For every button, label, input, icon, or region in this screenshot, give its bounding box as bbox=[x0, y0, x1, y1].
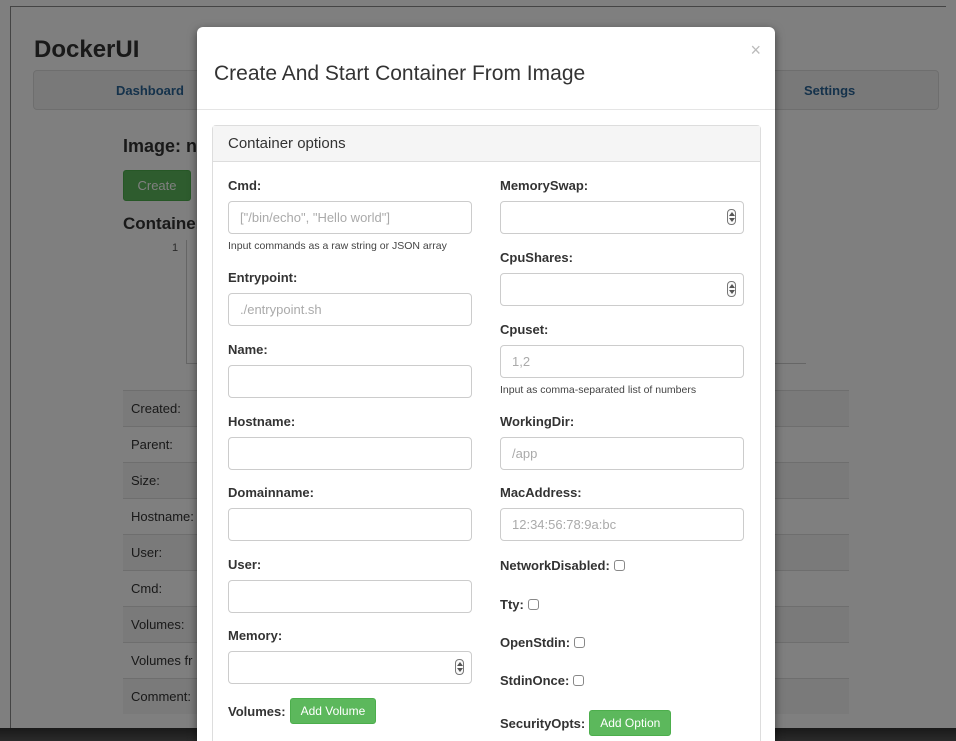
networkdisabled-checkbox[interactable] bbox=[613, 560, 625, 571]
user-input[interactable] bbox=[228, 580, 472, 613]
memoryswap-spinner-icon[interactable] bbox=[727, 209, 736, 225]
name-input[interactable] bbox=[228, 365, 472, 398]
memory-input[interactable] bbox=[228, 651, 472, 684]
workingdir-label: WorkingDir: bbox=[500, 414, 575, 429]
cpuset-input[interactable] bbox=[500, 345, 744, 378]
domainname-input[interactable] bbox=[228, 508, 472, 541]
cpuset-group: Cpuset: Input as comma-separated list of… bbox=[500, 322, 744, 396]
hostname-input[interactable] bbox=[228, 437, 472, 470]
securityopts-label: SecurityOpts: bbox=[500, 715, 586, 731]
user-label: User: bbox=[228, 557, 262, 572]
networkdisabled-group: NetworkDisabled: bbox=[500, 558, 625, 573]
stdinonce-group: StdinOnce: bbox=[500, 673, 585, 688]
container-options-panel: Container options Cmd: Input commands as… bbox=[212, 125, 761, 741]
openstdin-label: OpenStdin: bbox=[500, 635, 571, 650]
memoryswap-label: MemorySwap: bbox=[500, 178, 589, 193]
cmd-group: Cmd: Input commands as a raw string or J… bbox=[228, 178, 472, 252]
header-divider bbox=[197, 109, 775, 110]
cpuset-help: Input as comma-separated list of numbers bbox=[500, 384, 697, 396]
hostname-group: Hostname: bbox=[228, 414, 472, 470]
cmd-label: Cmd: bbox=[228, 178, 262, 193]
panel-heading: Container options bbox=[213, 126, 760, 162]
cpuset-label: Cpuset: bbox=[500, 322, 549, 337]
memoryswap-input[interactable] bbox=[500, 201, 744, 234]
workingdir-group: WorkingDir: bbox=[500, 414, 744, 470]
entrypoint-input[interactable] bbox=[228, 293, 472, 326]
stdinonce-label: StdinOnce: bbox=[500, 673, 570, 688]
hostname-label: Hostname: bbox=[228, 414, 296, 429]
memory-label: Memory: bbox=[228, 628, 283, 643]
memory-group: Memory: bbox=[228, 628, 472, 684]
macaddress-group: MacAddress: bbox=[500, 485, 744, 541]
name-label: Name: bbox=[228, 342, 268, 357]
cmd-input[interactable] bbox=[228, 201, 472, 234]
add-volume-button[interactable]: Add Volume bbox=[289, 698, 377, 724]
volumes-label: Volumes: bbox=[228, 703, 286, 719]
macaddress-label: MacAddress: bbox=[500, 485, 582, 500]
add-option-button[interactable]: Add Option bbox=[589, 710, 672, 736]
entrypoint-label: Entrypoint: bbox=[228, 270, 298, 285]
macaddress-input[interactable] bbox=[500, 508, 744, 541]
memoryswap-group: MemorySwap: bbox=[500, 178, 744, 234]
memory-spinner-icon[interactable] bbox=[455, 659, 464, 675]
openstdin-checkbox[interactable] bbox=[574, 637, 586, 648]
modal-title: Create And Start Container From Image bbox=[214, 62, 586, 85]
cpushares-number-field bbox=[500, 273, 744, 306]
stdinonce-checkbox[interactable] bbox=[573, 675, 585, 686]
securityopts-group: SecurityOpts: Add Option bbox=[500, 710, 672, 736]
tty-group: Tty: bbox=[500, 597, 539, 612]
workingdir-input[interactable] bbox=[500, 437, 744, 470]
user-group: User: bbox=[228, 557, 472, 613]
domainname-label: Domainname: bbox=[228, 485, 314, 500]
name-group: Name: bbox=[228, 342, 472, 398]
tty-checkbox[interactable] bbox=[527, 599, 539, 610]
entrypoint-group: Entrypoint: bbox=[228, 270, 472, 326]
cpushares-input[interactable] bbox=[500, 273, 744, 306]
tty-label: Tty: bbox=[500, 597, 524, 612]
create-container-modal: × Create And Start Container From Image … bbox=[197, 27, 775, 741]
memoryswap-number-field bbox=[500, 201, 744, 234]
close-icon[interactable]: × bbox=[750, 41, 761, 59]
cpushares-group: CpuShares: bbox=[500, 250, 744, 306]
openstdin-group: OpenStdin: bbox=[500, 635, 586, 650]
memory-number-field bbox=[228, 651, 472, 684]
cpushares-label: CpuShares: bbox=[500, 250, 573, 265]
cpushares-spinner-icon[interactable] bbox=[727, 281, 736, 297]
volumes-group: Volumes: Add Volume bbox=[228, 698, 377, 724]
networkdisabled-label: NetworkDisabled: bbox=[500, 558, 610, 573]
cmd-help: Input commands as a raw string or JSON a… bbox=[228, 240, 447, 252]
domainname-group: Domainname: bbox=[228, 485, 472, 541]
